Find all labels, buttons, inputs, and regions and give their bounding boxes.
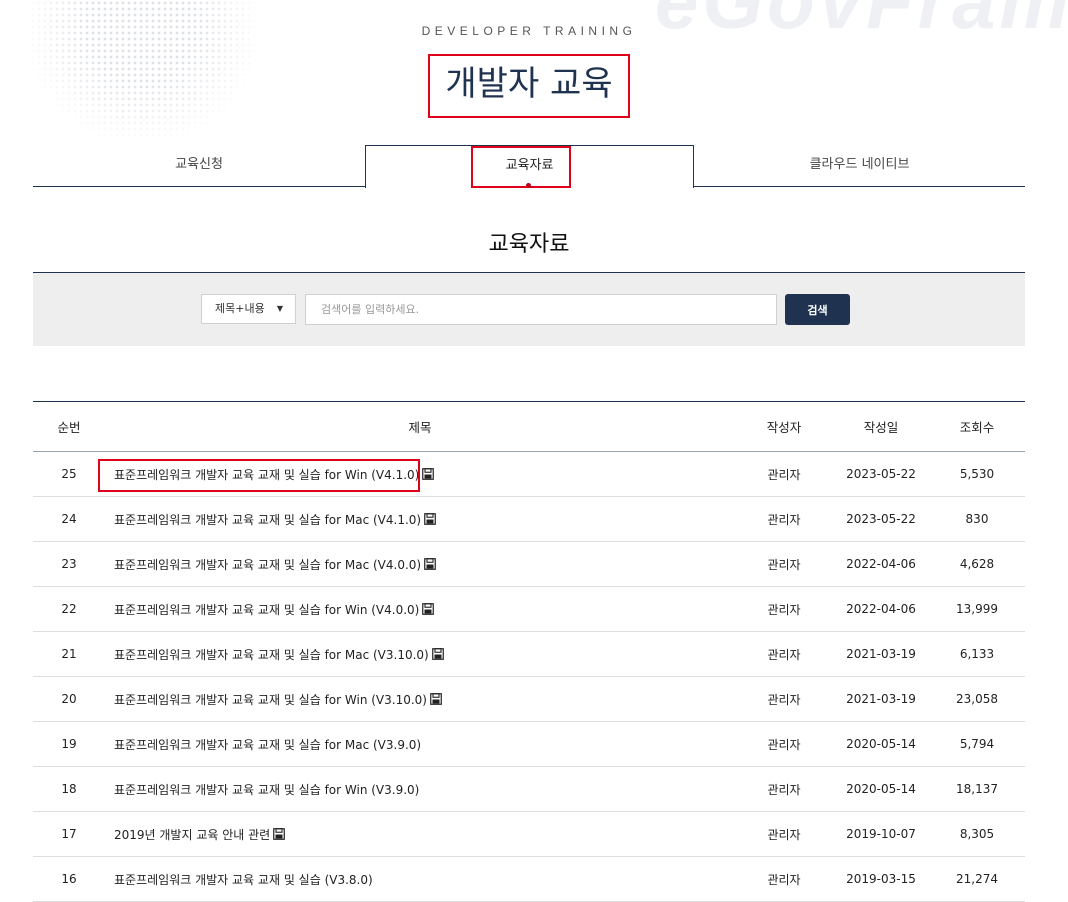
table-header-row: 순번 제목 작성자 작성일 조회수 <box>33 402 1025 452</box>
title-highlight-box <box>428 54 630 118</box>
row-date: 2019-10-07 <box>846 827 916 841</box>
row-number: 20 <box>61 692 77 706</box>
tab-training-application[interactable]: 교육신청 <box>33 145 365 187</box>
table-row: 16 표준프레임워크 개발자 교육 교재 및 실습 (V3.8.0) 관리자 2019… <box>33 857 1025 902</box>
search-button[interactable]: 검색 <box>785 294 850 325</box>
row-number: 21 <box>61 647 77 661</box>
row-title-cell: 표준프레임워크 개발자 교육 교재 및 실습 for Mac (V3.10.0) <box>114 632 754 676</box>
row-title-link[interactable]: 표준프레임워크 개발자 교육 교재 및 실습 (V3.8.0) <box>114 871 373 888</box>
row-author: 관리자 <box>767 602 801 617</box>
row-title-cell: 표준프레임워크 개발자 교육 교재 및 실습 for Mac (V4.0.0) <box>114 542 754 586</box>
header-author: 작성자 <box>766 420 802 435</box>
table-row: 20 표준프레임워크 개발자 교육 교재 및 실습 for Win (V3.10.… <box>33 677 1025 722</box>
row-author: 관리자 <box>767 692 801 707</box>
search-input[interactable] <box>305 294 777 325</box>
search-type-select[interactable]: 제목+내용 ▼ <box>201 294 296 324</box>
table-row: 19 표준프레임워크 개발자 교육 교재 및 실습 for Mac (V3.9.0… <box>33 722 1025 767</box>
header-title: 제목 <box>408 420 432 435</box>
row-number: 19 <box>61 737 77 751</box>
row-title-link[interactable]: 표준프레임워크 개발자 교육 교재 및 실습 for Mac (V3.9.0) <box>114 736 421 753</box>
row-date: 2021-03-19 <box>846 692 916 706</box>
row-views: 6,133 <box>959 647 995 661</box>
row-date: 2022-04-06 <box>846 602 916 616</box>
header-date: 작성일 <box>863 420 899 435</box>
row-title-cell: 표준프레임워크 개발자 교육 교재 및 실습 for Mac (V3.9.0) <box>114 722 754 766</box>
table-row: 17 2019년 개발지 교육 안내 관련 관리자 2019-10-07 8,305 <box>33 812 1025 857</box>
row-title-link[interactable]: 표준프레임워크 개발자 교육 교재 및 실습 for Mac (V3.10.0) <box>114 646 429 663</box>
header-views: 조회수 <box>959 420 995 435</box>
row-number: 25 <box>61 467 77 481</box>
table-row: 22 표준프레임워크 개발자 교육 교재 및 실습 for Win (V4.0.0… <box>33 587 1025 632</box>
row-author: 관리자 <box>767 827 801 842</box>
table-row: 24 표준프레임워크 개발자 교육 교재 및 실습 for Mac (V4.1.0… <box>33 497 1025 542</box>
row-author: 관리자 <box>767 512 801 527</box>
row-title-link[interactable]: 표준프레임워크 개발자 교육 교재 및 실습 for Win (V3.9.0) <box>114 781 419 798</box>
floppy-disk-icon[interactable] <box>422 468 435 480</box>
search-area: 제목+내용 ▼ 검색 <box>33 272 1025 346</box>
materials-table: 순번 제목 작성자 작성일 조회수 25 표준프레임워크 개발자 교육 교재 및 … <box>33 401 1025 902</box>
tab-cloud-native[interactable]: 클라우드 네이티브 <box>694 145 1025 187</box>
search-type-value: 제목+내용 <box>215 302 265 315</box>
row-date: 2023-05-22 <box>846 467 916 481</box>
row-number: 22 <box>61 602 77 616</box>
row-author: 관리자 <box>767 467 801 482</box>
row-views: 830 <box>965 512 989 526</box>
table-row: 18 표준프레임워크 개발자 교육 교재 및 실습 for Win (V3.9.0… <box>33 767 1025 812</box>
section-title: 교육자료 <box>488 232 570 257</box>
row-author: 관리자 <box>767 782 801 797</box>
row-title-cell: 2019년 개발지 교육 안내 관련 <box>114 812 754 856</box>
row-title-link[interactable]: 2019년 개발지 교육 안내 관련 <box>114 826 270 843</box>
row-title-link[interactable]: 표준프레임워크 개발자 교육 교재 및 실습 for Win (V4.0.0) <box>114 601 419 618</box>
row-title-link[interactable]: 표준프레임워크 개발자 교육 교재 및 실습 for Mac (V4.0.0) <box>114 556 421 573</box>
floppy-disk-icon[interactable] <box>430 693 442 705</box>
floppy-disk-icon[interactable] <box>422 603 435 615</box>
row-views: 21,274 <box>956 872 998 886</box>
row-date: 2020-05-14 <box>846 782 916 796</box>
row-views: 5,530 <box>959 467 995 481</box>
row-author: 관리자 <box>767 737 801 752</box>
row-title-cell: 표준프레임워크 개발자 교육 교재 및 실습 for Mac (V4.1.0) <box>114 497 754 541</box>
row-number: 24 <box>61 512 77 526</box>
row-title-cell: 표준프레임워크 개발자 교육 교재 및 실습 (V3.8.0) <box>114 857 754 901</box>
header-num: 순번 <box>57 420 81 435</box>
tab-highlight-box <box>471 146 571 188</box>
floppy-disk-icon[interactable] <box>273 828 286 840</box>
row-author: 관리자 <box>767 872 801 887</box>
row-number: 16 <box>61 872 77 886</box>
row-views: 4,628 <box>959 557 995 571</box>
row-title-cell: 표준프레임워크 개발자 교육 교재 및 실습 for Win (V3.10.0) <box>114 677 754 721</box>
floppy-disk-icon[interactable] <box>424 558 436 570</box>
row-title-cell: 표준프레임워크 개발자 교육 교재 및 실습 for Win (V4.0.0) <box>114 587 754 631</box>
table-row: 23 표준프레임워크 개발자 교육 교재 및 실습 for Mac (V4.0.0… <box>33 542 1025 587</box>
decorative-dot-pattern <box>30 0 255 140</box>
table-row: 21 표준프레임워크 개발자 교육 교재 및 실습 for Mac (V3.10.… <box>33 632 1025 677</box>
row-number: 18 <box>61 782 77 796</box>
row-date: 2021-03-19 <box>846 647 916 661</box>
row-date: 2019-03-15 <box>846 872 916 886</box>
caret-down-icon: ▼ <box>276 304 283 313</box>
page-eyebrow: DEVELOPER TRAINING <box>421 24 637 38</box>
row-author: 관리자 <box>767 647 801 662</box>
table-row: 25 표준프레임워크 개발자 교육 교재 및 실습 for Win (V4.1.0… <box>33 452 1025 497</box>
row-views: 8,305 <box>959 827 995 841</box>
floppy-disk-icon[interactable] <box>431 648 444 660</box>
row-date: 2022-04-06 <box>846 557 916 571</box>
active-tab-indicator <box>526 183 531 188</box>
row-title-cell: 표준프레임워크 개발자 교육 교재 및 실습 for Win (V3.9.0) <box>114 767 754 811</box>
row-number: 17 <box>61 827 77 841</box>
row-title-link[interactable]: 표준프레임워크 개발자 교육 교재 및 실습 for Win (V3.10.0) <box>114 691 427 708</box>
row-date: 2023-05-22 <box>846 512 916 526</box>
row-author: 관리자 <box>767 557 801 572</box>
floppy-disk-icon[interactable] <box>424 513 436 525</box>
row-number: 23 <box>61 557 77 571</box>
row-date: 2020-05-14 <box>846 737 916 751</box>
row-views: 5,794 <box>959 737 995 751</box>
row-views: 13,999 <box>956 602 998 616</box>
row-views: 18,137 <box>956 782 998 796</box>
row-views: 23,058 <box>956 692 998 706</box>
row-highlight-box <box>98 459 420 492</box>
row-title-link[interactable]: 표준프레임워크 개발자 교육 교재 및 실습 for Mac (V4.1.0) <box>114 511 421 528</box>
